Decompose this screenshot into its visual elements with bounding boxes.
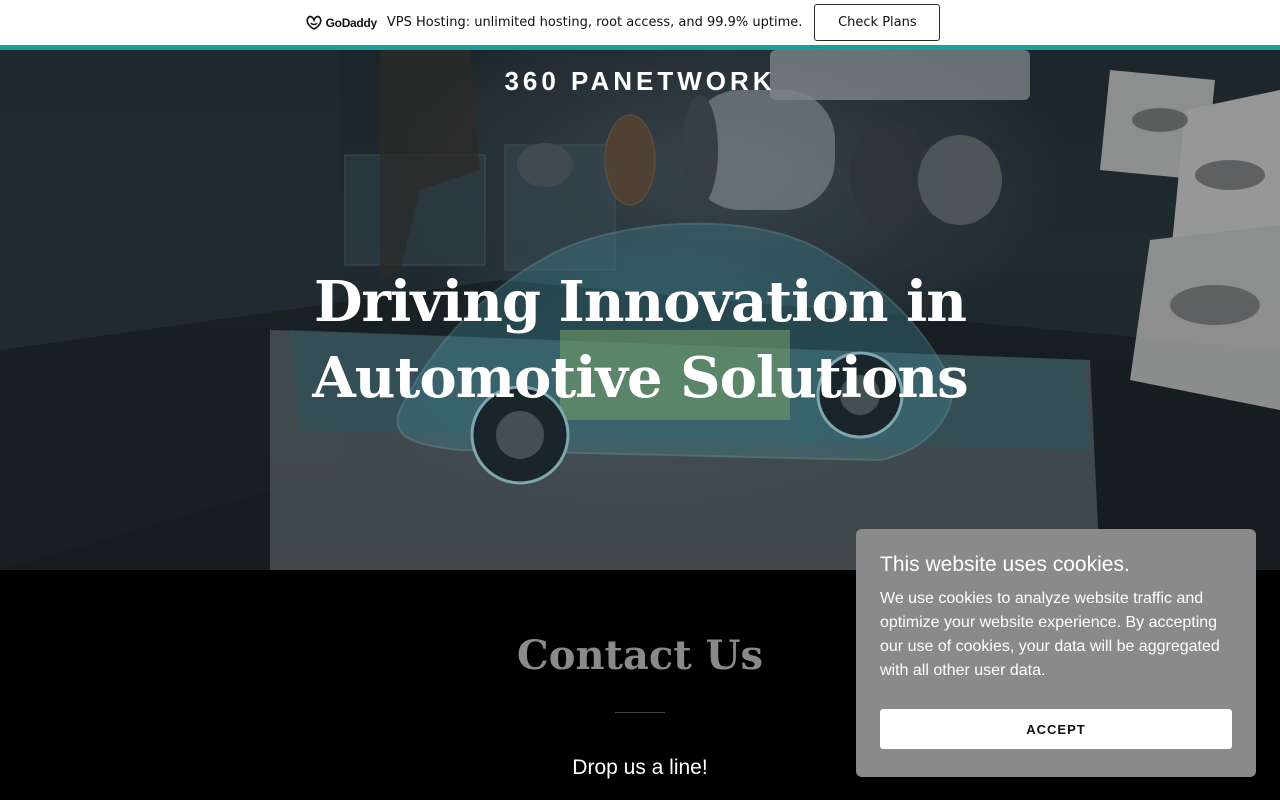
promo-bar: GoDaddy VPS Hosting: unlimited hosting, …	[0, 0, 1280, 45]
accept-cookies-button[interactable]: ACCEPT	[880, 709, 1232, 749]
godaddy-logo[interactable]: GoDaddy	[305, 15, 377, 31]
godaddy-logo-icon	[306, 15, 322, 30]
cookie-banner: This website uses cookies. We use cookie…	[856, 529, 1256, 777]
hero-title-line-2: Automotive Solutions	[312, 345, 968, 411]
hero-section: 360 PANETWORK Driving Innovation in Auto…	[0, 50, 1280, 570]
site-brand[interactable]: 360 PANETWORK	[0, 66, 1280, 97]
hero-title-line-1: Driving Innovation in	[313, 269, 967, 335]
cookie-banner-title: This website uses cookies.	[880, 553, 1130, 576]
check-plans-button[interactable]: Check Plans	[814, 4, 941, 41]
cookie-banner-body: We use cookies to analyze website traffi…	[880, 590, 1220, 679]
promo-message: VPS Hosting: unlimited hosting, root acc…	[386, 15, 803, 30]
contact-divider	[615, 712, 665, 713]
godaddy-logo-text: GoDaddy	[325, 15, 378, 30]
hero-title: Driving Innovation in Automotive Solutio…	[0, 264, 1280, 416]
